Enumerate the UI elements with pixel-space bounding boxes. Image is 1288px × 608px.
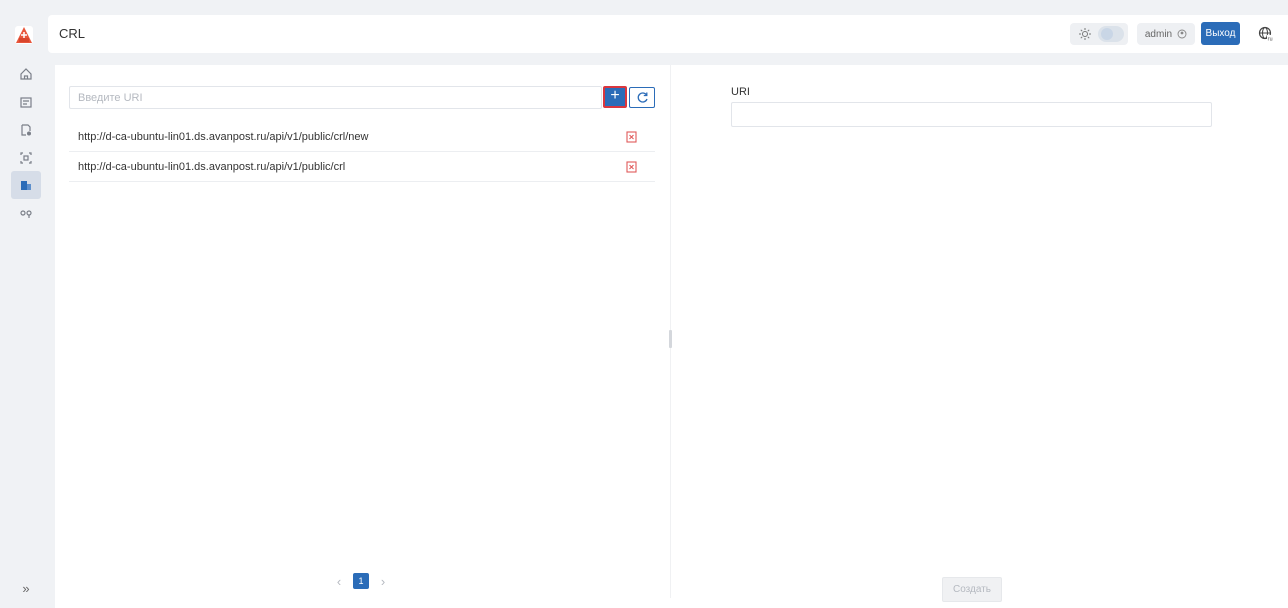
top-bar: CRL admin Выход ru	[48, 15, 1288, 53]
crl-uri: http://d-ca-ubuntu-lin01.ds.avanpost.ru/…	[78, 130, 369, 143]
certificate-list-icon	[20, 97, 32, 108]
create-button[interactable]: Создать	[942, 577, 1002, 602]
user-circle-icon	[1177, 29, 1187, 39]
sidebar-expand-button[interactable]: »	[18, 581, 34, 597]
next-page-button[interactable]: ›	[377, 574, 389, 589]
crl-list: http://d-ca-ubuntu-lin01.ds.avanpost.ru/…	[69, 122, 655, 182]
crl-list-panel: + http://d-ca-ubuntu-lin01.ds.avanpost.r…	[55, 65, 670, 608]
delete-icon[interactable]	[626, 161, 637, 173]
scan-icon	[20, 152, 32, 164]
sun-icon	[1079, 28, 1091, 40]
crl-uri: http://d-ca-ubuntu-lin01.ds.avanpost.ru/…	[78, 160, 346, 173]
sidebar-item-keys[interactable]	[11, 199, 41, 227]
user-menu[interactable]: admin	[1137, 23, 1195, 45]
sidebar-item-certificate-settings[interactable]	[11, 116, 41, 144]
page-title: CRL	[59, 26, 86, 41]
main-content: + http://d-ca-ubuntu-lin01.ds.avanpost.r…	[55, 65, 1288, 608]
uri-field-label: URI	[731, 86, 750, 98]
theme-toggle[interactable]	[1070, 23, 1128, 45]
add-crl-button[interactable]: +	[603, 86, 627, 108]
sidebar-item-home[interactable]	[11, 60, 41, 88]
keys-icon	[20, 210, 32, 218]
theme-switch[interactable]	[1098, 26, 1124, 42]
language-globe-icon[interactable]: ru	[1258, 26, 1274, 42]
user-name: admin	[1144, 28, 1173, 40]
sidebar: »	[0, 0, 44, 608]
sidebar-item-crl[interactable]	[11, 171, 41, 199]
list-item[interactable]: http://d-ca-ubuntu-lin01.ds.avanpost.ru/…	[69, 122, 655, 152]
delete-icon[interactable]	[626, 131, 637, 143]
certificate-settings-icon	[21, 124, 31, 136]
sidebar-item-scan[interactable]	[11, 144, 41, 172]
svg-text:ru: ru	[1268, 37, 1273, 43]
home-icon	[20, 68, 32, 80]
app-logo-icon[interactable]	[15, 26, 33, 44]
crl-folder-icon	[21, 181, 31, 190]
refresh-button[interactable]	[629, 87, 655, 108]
refresh-icon	[637, 92, 648, 103]
uri-field[interactable]	[731, 102, 1212, 127]
theme-switch-knob	[1101, 28, 1113, 40]
sidebar-item-certificates[interactable]	[11, 88, 41, 116]
crl-form-panel: URI Создать	[672, 65, 1288, 608]
list-item[interactable]: http://d-ca-ubuntu-lin01.ds.avanpost.ru/…	[69, 152, 655, 182]
prev-page-button[interactable]: ‹	[333, 574, 345, 589]
uri-search-input[interactable]	[69, 86, 602, 109]
page-1-button[interactable]: 1	[353, 573, 369, 589]
pagination: ‹ 1 ›	[333, 573, 389, 589]
logout-button[interactable]: Выход	[1201, 22, 1240, 45]
